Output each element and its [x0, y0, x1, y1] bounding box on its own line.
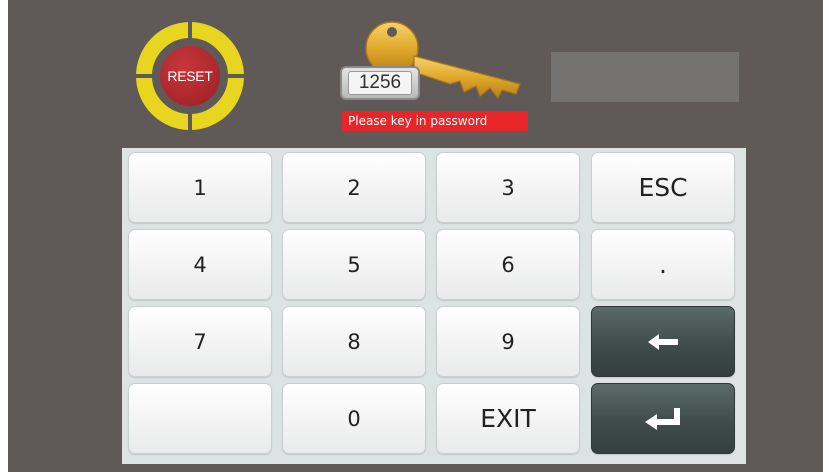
numeric-keypad: 1 2 3 ESC 4 5 6 . 7 8 9 0 EXIT — [122, 148, 746, 464]
key-8[interactable]: 8 — [282, 306, 426, 377]
exit-button[interactable]: EXIT — [436, 383, 580, 454]
arrow-left-icon — [648, 333, 678, 350]
decimal-point-key[interactable]: . — [591, 229, 735, 300]
reset-button[interactable]: RESET — [135, 21, 245, 131]
key-0[interactable]: 0 — [282, 383, 426, 454]
key-9[interactable]: 9 — [436, 306, 580, 377]
key-tag-value: 1256 — [347, 71, 413, 95]
key-2[interactable]: 2 — [282, 152, 426, 223]
blank-key[interactable] — [128, 383, 272, 454]
key-4[interactable]: 4 — [128, 229, 272, 300]
enter-return-icon — [645, 407, 680, 430]
key-5[interactable]: 5 — [282, 229, 426, 300]
enter-button[interactable] — [591, 383, 735, 454]
key-1[interactable]: 1 — [128, 152, 272, 223]
key-6[interactable]: 6 — [436, 229, 580, 300]
key-graphic: 1256 — [330, 18, 540, 113]
esc-button[interactable]: ESC — [591, 152, 735, 223]
backspace-button[interactable] — [591, 306, 735, 377]
reset-label: RESET — [160, 46, 220, 106]
key-3[interactable]: 3 — [436, 152, 580, 223]
key-7[interactable]: 7 — [128, 306, 272, 377]
password-hint: Please key in password — [342, 111, 528, 131]
password-screen: RESET 1256 Please key in password 1 2 3 … — [8, 0, 823, 472]
key-tag: 1256 — [340, 66, 420, 100]
password-display-field — [551, 52, 739, 102]
